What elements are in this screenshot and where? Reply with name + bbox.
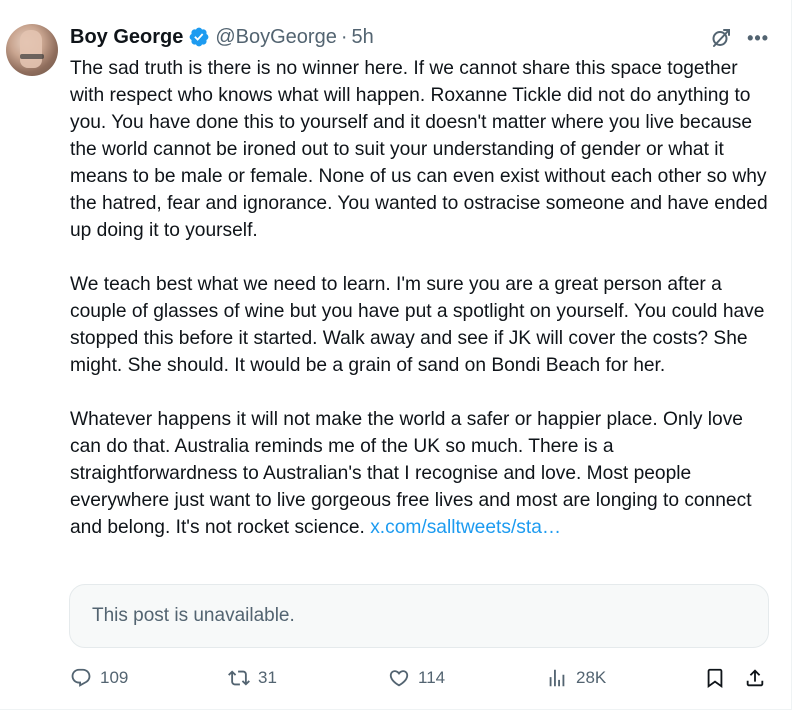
tweet-paragraph-1: The sad truth is there is no winner here…: [70, 58, 768, 241]
verified-badge-icon: [188, 26, 210, 48]
avatar[interactable]: [6, 24, 58, 76]
avatar-ring-shape: [20, 54, 44, 59]
unavailable-text: This post is unavailable.: [92, 605, 295, 626]
header-separator: ·: [340, 25, 348, 48]
header-actions: •••: [709, 26, 769, 50]
views-button[interactable]: 28K: [546, 663, 606, 693]
tweet-text: The sad truth is there is no winner here…: [70, 55, 770, 541]
author-handle[interactable]: @BoyGeorge: [215, 26, 336, 49]
tweet-link[interactable]: x.com/salltweets/sta…: [370, 517, 561, 538]
repost-icon: [228, 667, 250, 689]
repost-count: 31: [258, 668, 277, 687]
tweet-header: Boy George @BoyGeorge · 5h: [70, 24, 374, 50]
share-button[interactable]: [744, 663, 766, 693]
tweet-card: Boy George @BoyGeorge · 5h ••• The sad t…: [0, 0, 792, 710]
avatar-hand-shape: [20, 30, 42, 68]
repost-button[interactable]: 31: [228, 663, 277, 693]
views-count: 28K: [576, 668, 607, 687]
like-icon: [388, 667, 410, 689]
bookmark-button[interactable]: [704, 663, 726, 693]
quoted-post-unavailable: This post is unavailable.: [69, 584, 769, 648]
action-bar: 109 31 114 28K: [70, 663, 770, 693]
like-count: 114: [418, 668, 446, 687]
bookmark-icon: [704, 667, 726, 689]
author-name[interactable]: Boy George: [70, 26, 183, 49]
post-time[interactable]: 5h: [352, 26, 374, 49]
like-button[interactable]: 114: [388, 663, 445, 693]
reply-count: 109: [100, 668, 129, 687]
tweet-paragraph-3: Whatever happens it will not make the wo…: [70, 406, 770, 541]
reply-button[interactable]: 109: [70, 663, 128, 693]
share-icon: [744, 667, 766, 689]
more-icon[interactable]: •••: [747, 29, 769, 47]
grok-icon[interactable]: [709, 26, 733, 50]
views-icon: [546, 667, 568, 689]
reply-icon: [70, 667, 92, 689]
tweet-paragraph-2: We teach best what we need to learn. I'm…: [70, 274, 765, 376]
